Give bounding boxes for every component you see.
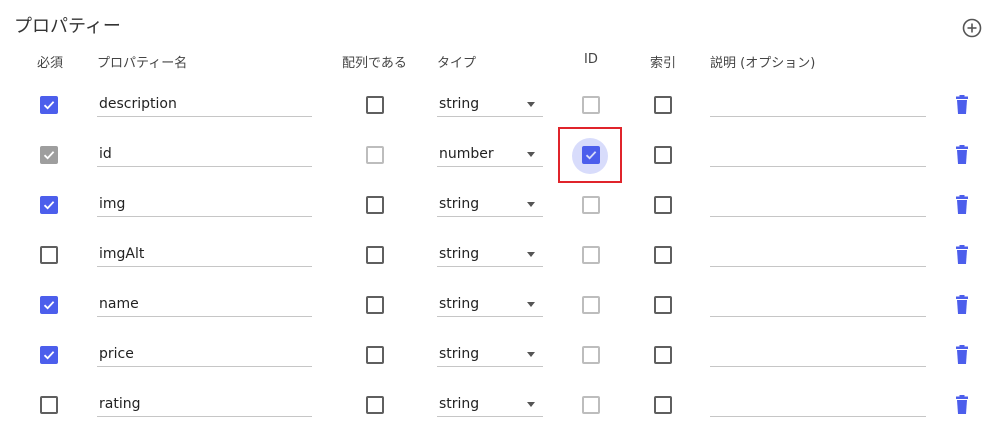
type-select[interactable]: string bbox=[437, 93, 543, 117]
check-icon bbox=[43, 351, 55, 360]
type-select-value: string bbox=[439, 196, 480, 212]
property-row: imgAlt string bbox=[0, 230, 992, 280]
required-checkbox[interactable] bbox=[40, 96, 58, 114]
property-row: name string bbox=[0, 280, 992, 330]
id-checkbox bbox=[582, 396, 600, 414]
is-array-checkbox[interactable] bbox=[366, 96, 384, 114]
description-input[interactable] bbox=[710, 93, 926, 117]
delete-property-button[interactable] bbox=[953, 245, 971, 265]
is-array-checkbox[interactable] bbox=[366, 246, 384, 264]
property-name-input[interactable]: id bbox=[97, 143, 312, 167]
add-circle-icon bbox=[962, 18, 982, 38]
type-select[interactable]: string bbox=[437, 193, 543, 217]
delete-property-button[interactable] bbox=[953, 345, 971, 365]
required-checkbox[interactable] bbox=[40, 396, 58, 414]
index-checkbox[interactable] bbox=[654, 146, 672, 164]
type-select[interactable]: string bbox=[437, 393, 543, 417]
delete-property-button[interactable] bbox=[953, 395, 971, 415]
column-header-name: プロパティー名 bbox=[97, 56, 188, 71]
caret-down-icon bbox=[527, 252, 535, 257]
type-select-value: string bbox=[439, 346, 480, 362]
property-row: price string bbox=[0, 330, 992, 380]
delete-property-button[interactable] bbox=[953, 145, 971, 165]
trash-icon bbox=[956, 95, 968, 114]
required-checkbox bbox=[40, 146, 58, 164]
index-checkbox[interactable] bbox=[654, 396, 672, 414]
property-row: id number bbox=[0, 130, 992, 180]
description-input[interactable] bbox=[710, 293, 926, 317]
required-checkbox[interactable] bbox=[40, 246, 58, 264]
check-icon bbox=[43, 101, 55, 110]
column-header-id: ID bbox=[584, 52, 598, 67]
column-header-index: 索引 bbox=[650, 56, 677, 71]
description-input[interactable] bbox=[710, 143, 926, 167]
trash-icon bbox=[956, 195, 968, 214]
trash-icon bbox=[956, 395, 968, 414]
type-select[interactable]: number bbox=[437, 143, 543, 167]
column-header-is-array: 配列である bbox=[342, 56, 407, 71]
index-checkbox[interactable] bbox=[654, 296, 672, 314]
description-input[interactable] bbox=[710, 193, 926, 217]
trash-icon bbox=[956, 145, 968, 164]
caret-down-icon bbox=[527, 152, 535, 157]
delete-property-button[interactable] bbox=[953, 295, 971, 315]
id-checkbox bbox=[582, 246, 600, 264]
column-header-description: 説明 (オプション) bbox=[710, 56, 816, 71]
index-checkbox[interactable] bbox=[654, 196, 672, 214]
is-array-checkbox[interactable] bbox=[366, 296, 384, 314]
description-input[interactable] bbox=[710, 343, 926, 367]
property-name-input[interactable]: name bbox=[97, 293, 312, 317]
required-checkbox[interactable] bbox=[40, 196, 58, 214]
id-checkbox bbox=[582, 196, 600, 214]
trash-icon bbox=[956, 295, 968, 314]
type-select-value: string bbox=[439, 396, 480, 412]
description-input[interactable] bbox=[710, 393, 926, 417]
index-checkbox[interactable] bbox=[654, 346, 672, 364]
property-row: rating string bbox=[0, 380, 992, 430]
caret-down-icon bbox=[527, 202, 535, 207]
caret-down-icon bbox=[527, 102, 535, 107]
index-checkbox[interactable] bbox=[654, 96, 672, 114]
property-name-input[interactable]: description bbox=[97, 93, 312, 117]
check-icon bbox=[43, 301, 55, 310]
property-row: description string bbox=[0, 80, 992, 130]
caret-down-icon bbox=[527, 352, 535, 357]
required-checkbox[interactable] bbox=[40, 296, 58, 314]
caret-down-icon bbox=[527, 302, 535, 307]
delete-property-button[interactable] bbox=[953, 95, 971, 115]
id-checkbox bbox=[582, 346, 600, 364]
is-array-checkbox[interactable] bbox=[366, 346, 384, 364]
check-icon bbox=[43, 201, 55, 210]
highlight-box bbox=[558, 127, 622, 183]
property-name-input[interactable]: rating bbox=[97, 393, 312, 417]
property-name-input[interactable]: price bbox=[97, 343, 312, 367]
check-icon bbox=[43, 151, 55, 160]
id-checkbox bbox=[582, 296, 600, 314]
type-select-value: string bbox=[439, 296, 480, 312]
id-checkbox bbox=[582, 96, 600, 114]
page-title: プロパティー bbox=[14, 16, 121, 37]
column-header-type: タイプ bbox=[437, 56, 477, 71]
delete-property-button[interactable] bbox=[953, 195, 971, 215]
type-select[interactable]: string bbox=[437, 293, 543, 317]
type-select-value: string bbox=[439, 96, 480, 112]
type-select-value: number bbox=[439, 146, 494, 162]
is-array-checkbox[interactable] bbox=[366, 396, 384, 414]
property-name-input[interactable]: img bbox=[97, 193, 312, 217]
column-header-required: 必須 bbox=[37, 56, 64, 71]
description-input[interactable] bbox=[710, 243, 926, 267]
is-array-checkbox[interactable] bbox=[366, 196, 384, 214]
property-row: img string bbox=[0, 180, 992, 230]
required-checkbox[interactable] bbox=[40, 346, 58, 364]
type-select-value: string bbox=[439, 246, 480, 262]
type-select[interactable]: string bbox=[437, 243, 543, 267]
trash-icon bbox=[956, 345, 968, 364]
trash-icon bbox=[956, 245, 968, 264]
caret-down-icon bbox=[527, 402, 535, 407]
property-name-input[interactable]: imgAlt bbox=[97, 243, 312, 267]
index-checkbox[interactable] bbox=[654, 246, 672, 264]
is-array-checkbox bbox=[366, 146, 384, 164]
add-property-button[interactable] bbox=[962, 18, 982, 38]
type-select[interactable]: string bbox=[437, 343, 543, 367]
